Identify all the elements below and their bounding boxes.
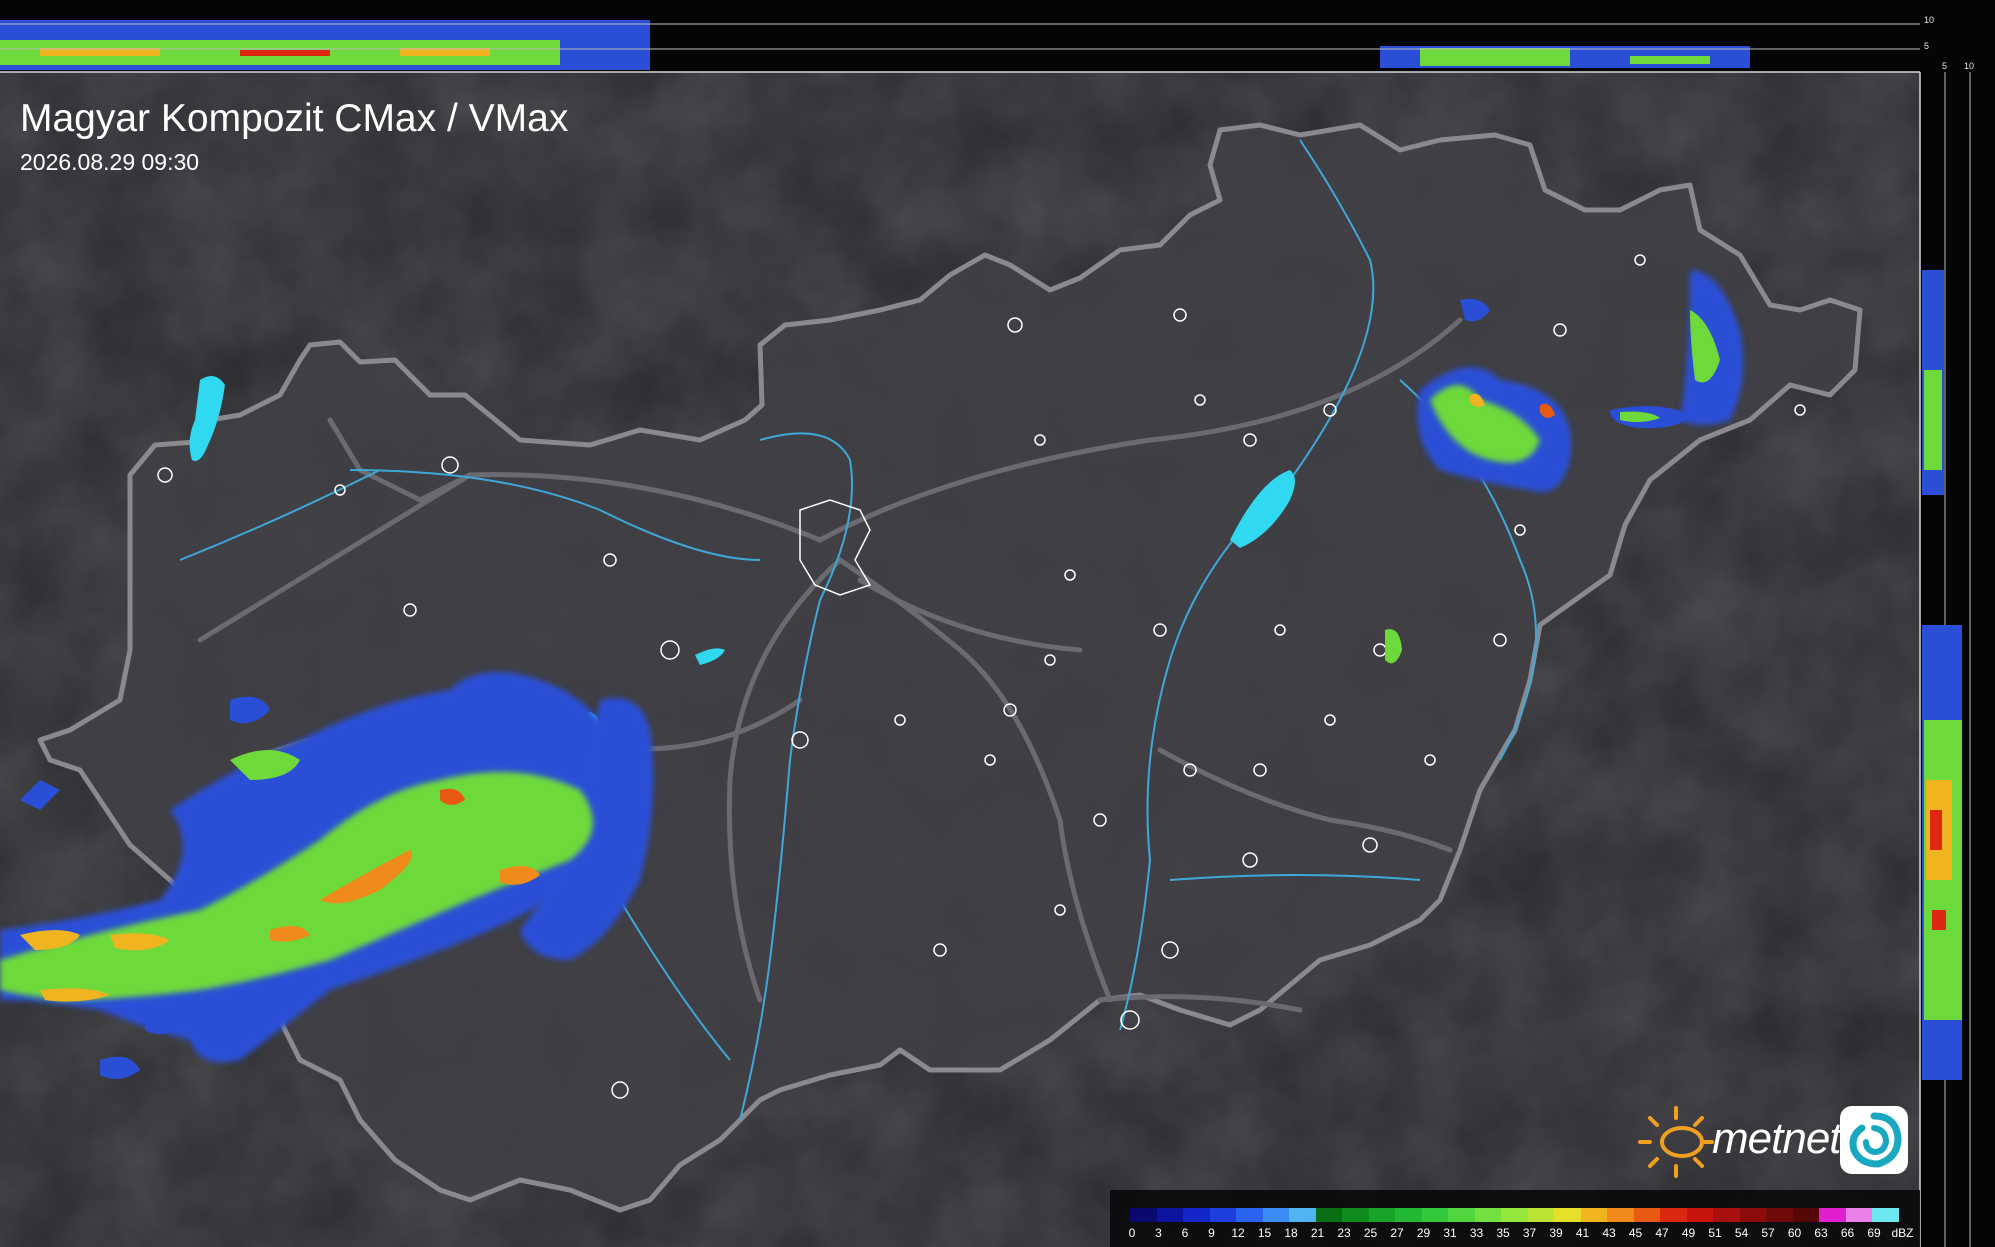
- legend-swatch: [1713, 1208, 1740, 1222]
- legend-swatch: [1474, 1208, 1501, 1222]
- legend-value: 39: [1549, 1226, 1563, 1240]
- legend-swatch: [1739, 1208, 1766, 1222]
- legend-value: 21: [1310, 1226, 1325, 1240]
- legend-value: 15: [1257, 1226, 1272, 1240]
- legend-swatch: [1686, 1208, 1713, 1222]
- legend-unit: dBZ: [1891, 1226, 1914, 1240]
- side-scale-label-5: 5: [1942, 61, 1948, 71]
- legend-swatch: [1872, 1208, 1899, 1222]
- legend-swatch: [1315, 1208, 1342, 1222]
- legend-value: 60: [1787, 1226, 1802, 1240]
- legend-value: 47: [1655, 1226, 1669, 1240]
- legend-value: 57: [1761, 1226, 1775, 1240]
- title-block: Magyar Kompozit CMax / VMax 2026.08.29 0…: [20, 96, 568, 178]
- legend-swatch: [1209, 1208, 1236, 1222]
- legend-value: 63: [1814, 1226, 1828, 1240]
- legend-swatch: [1845, 1208, 1872, 1222]
- legend-value: 31: [1443, 1226, 1457, 1240]
- legend-value: 9: [1208, 1226, 1215, 1240]
- radar-map-svg: [0, 0, 1995, 1247]
- legend-value: 69: [1867, 1226, 1881, 1240]
- map-timestamp: 2026.08.29 09:30: [20, 149, 200, 175]
- legend-swatch: [1289, 1208, 1316, 1222]
- legend-swatch: [1156, 1208, 1183, 1222]
- legend-swatch: [1262, 1208, 1289, 1222]
- legend-swatch: [1501, 1208, 1528, 1222]
- legend-swatch: [1236, 1208, 1263, 1222]
- legend-value: 3: [1155, 1226, 1162, 1240]
- legend-swatch: [1183, 1208, 1210, 1222]
- brand-logo: metnet: [1636, 1104, 1912, 1178]
- legend-value: 33: [1469, 1226, 1484, 1240]
- top-scale-label-10: 10: [1924, 15, 1935, 25]
- legend-swatch: [1766, 1208, 1793, 1222]
- legend-swatch: [1368, 1208, 1395, 1222]
- legend-swatch: [1660, 1208, 1687, 1222]
- legend-value: 23: [1337, 1226, 1351, 1240]
- legend-value: 6: [1181, 1226, 1189, 1240]
- legend-swatch: [1554, 1208, 1581, 1222]
- legend-swatch: [1607, 1208, 1634, 1222]
- dbz-legend: 0 3 6 9 12 15 18 21 23 25 27 29 31 33 35 37 39 41 43 45 47 49…: [1110, 1190, 1920, 1247]
- legend-labels: 0 3 6 9 12 15 18 21 23 25 27 29 31 33 35 37 39 41 43 45 47 49…: [1128, 1226, 1914, 1244]
- radar-map[interactable]: [0, 0, 1995, 1247]
- legend-swatch: [1633, 1208, 1660, 1222]
- legend-value: 54: [1734, 1226, 1749, 1240]
- legend-value: 35: [1496, 1226, 1510, 1240]
- legend-value: 29: [1416, 1226, 1431, 1240]
- legend-swatch: [1792, 1208, 1819, 1222]
- legend-swatch: [1130, 1208, 1157, 1222]
- legend-value: 45: [1628, 1226, 1643, 1240]
- legend-value: 43: [1602, 1226, 1616, 1240]
- top-scale-label-5: 5: [1924, 41, 1930, 51]
- legend-value: 25: [1363, 1226, 1378, 1240]
- legend-swatch: [1448, 1208, 1475, 1222]
- legend-color-bar: [1130, 1208, 1899, 1222]
- side-scale-label-10: 10: [1964, 61, 1975, 71]
- legend-value: 0: [1128, 1226, 1136, 1240]
- legend-value: 66: [1840, 1226, 1855, 1240]
- legend-swatch: [1580, 1208, 1607, 1222]
- legend-swatch: [1395, 1208, 1422, 1222]
- legend-value: 18: [1284, 1226, 1298, 1240]
- legend-swatch: [1421, 1208, 1448, 1222]
- legend-value: 51: [1708, 1226, 1722, 1240]
- legend-value: 49: [1681, 1226, 1696, 1240]
- legend-value: 27: [1390, 1226, 1404, 1240]
- metnet-sun-logo-icon: [1638, 1106, 1714, 1178]
- brand-name: metnet: [1712, 1114, 1842, 1163]
- legend-swatch: [1342, 1208, 1369, 1222]
- legend-swatch: [1527, 1208, 1554, 1222]
- map-title: Magyar Kompozit CMax / VMax: [20, 97, 569, 140]
- legend-value: 37: [1522, 1226, 1537, 1240]
- legend-swatch: [1819, 1208, 1846, 1222]
- metnet-badge-logo-icon: [1840, 1106, 1908, 1174]
- legend-value: 12: [1231, 1226, 1245, 1240]
- legend-value: 41: [1575, 1226, 1590, 1240]
